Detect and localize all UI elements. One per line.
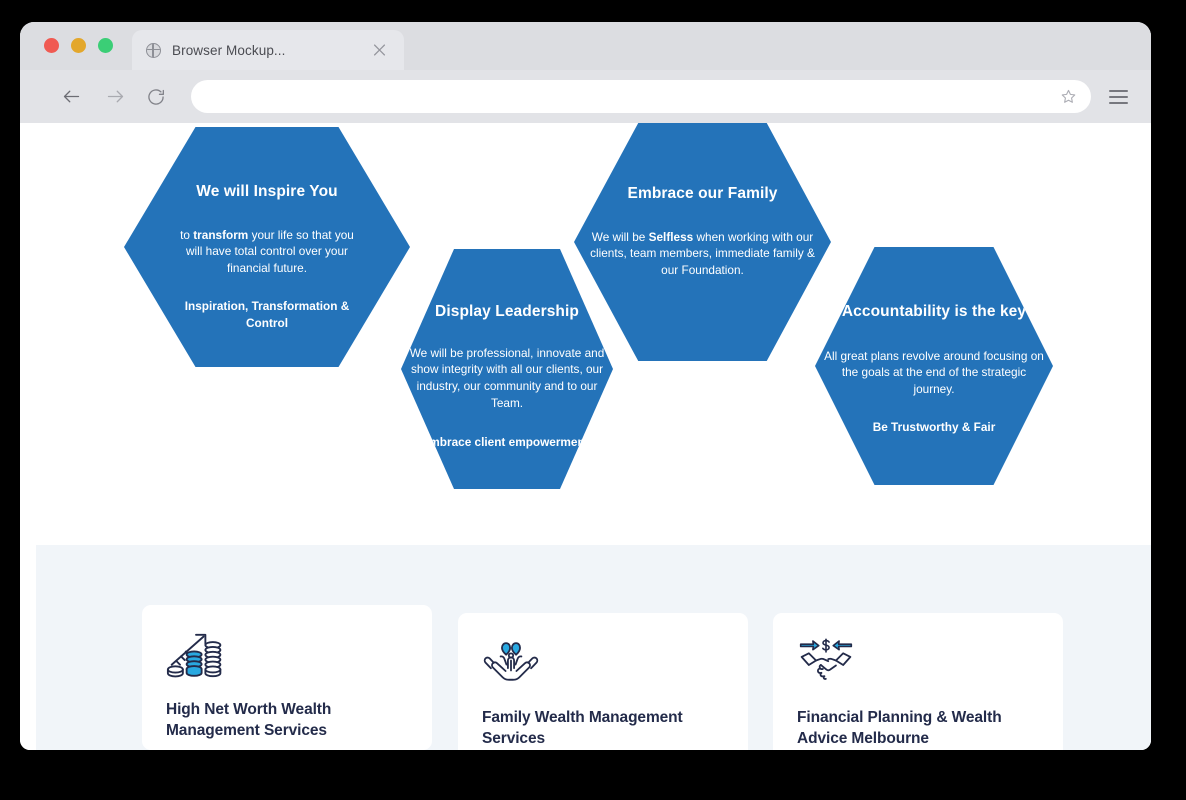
close-icon[interactable] [373,44,386,57]
close-window-button[interactable] [44,38,59,53]
hexagon-body-emphasis: Selfless [648,229,694,244]
hexagon-body: We will be Selfless when working with ou… [590,229,816,279]
browser-toolbar [20,70,1151,123]
address-input[interactable] [209,89,1060,104]
service-card[interactable]: High Net Worth Wealth Management Service… [142,605,432,750]
hexagon-body-lead: to [180,227,194,242]
menu-line [1108,101,1128,104]
hexagon-leadership[interactable]: Display Leadership We will be profession… [401,249,613,489]
hexagon-title: Accountability is the key [841,303,1027,320]
browser-tab-title: Browser Mockup... [172,42,286,58]
hamburger-menu-icon[interactable] [1101,80,1135,114]
globe-icon [146,42,161,58]
services-card-band: High Net Worth Wealth Management Service… [36,545,1151,750]
hexagon-family[interactable]: Embrace our Family We will be Selfless w… [574,123,831,361]
hexagon-body: We will be professional, innovate and sh… [409,345,605,410]
menu-line [1108,95,1128,98]
menu-line [1108,89,1128,92]
forward-arrow-icon[interactable] [98,80,132,114]
service-card[interactable]: Financial Planning & Wealth Advice Melbo… [773,613,1063,750]
back-arrow-icon[interactable] [54,80,88,114]
address-bar[interactable] [191,80,1091,113]
hexagon-body: to transform your life so that you will … [172,227,362,277]
hexagon-accountability[interactable]: Accountability is the key All great plan… [815,247,1053,485]
window-controls [44,38,113,53]
hexagon-tagline: Be Trustworthy & Fair [872,419,996,434]
hexagon-body-emphasis: transform [193,227,249,242]
service-card-title: Financial Planning & Wealth Advice Melbo… [797,709,1002,748]
hexagon-title: Embrace our Family [627,185,778,202]
service-card-title: Family Wealth Management Services [482,709,683,748]
hands-holding-family-icon [482,637,724,687]
hexagon-inspire[interactable]: We will Inspire You to transform your li… [124,127,410,367]
reload-icon[interactable] [139,80,173,114]
hexagon-title: Display Leadership [435,303,579,320]
service-card[interactable]: Family Wealth Management Services [458,613,748,750]
values-hexagon-group: We will Inspire You to transform your li… [20,123,1151,545]
browser-window: Browser Mockup... We will Inspire You to… [20,22,1151,750]
hexagon-tagline: Embrace client empowerment! [421,434,593,449]
service-card-title: High Net Worth Wealth Management Service… [166,701,332,740]
maximize-window-button[interactable] [98,38,113,53]
hexagon-body-lead: We will be [591,229,649,244]
handshake-dollar-exchange-icon [797,637,1039,687]
minimize-window-button[interactable] [71,38,86,53]
browser-tab[interactable]: Browser Mockup... [132,30,404,70]
hexagon-title: We will Inspire You [196,183,338,200]
star-icon[interactable] [1060,88,1077,105]
hexagon-tagline: Inspiration, Transformation & Control [184,298,350,330]
hexagon-body: All great plans revolve around focusing … [824,348,1044,397]
page-content: We will Inspire You to transform your li… [20,123,1151,750]
browser-tab-strip: Browser Mockup... [20,22,1151,70]
coins-growth-arrow-icon [166,629,408,679]
